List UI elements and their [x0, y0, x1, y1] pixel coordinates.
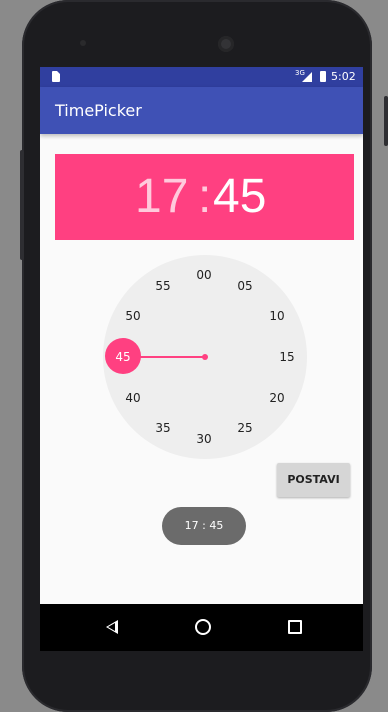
minute-40[interactable]: 40	[121, 391, 145, 405]
toast-message: 17 : 45	[162, 507, 246, 545]
clock-center	[202, 354, 208, 360]
app-title: TimePicker	[55, 101, 142, 120]
minute-50[interactable]: 50	[121, 309, 145, 323]
side-button	[20, 150, 24, 260]
minute-05[interactable]: 05	[233, 279, 257, 293]
app-bar: TimePicker	[40, 87, 363, 134]
home-icon[interactable]	[195, 619, 211, 635]
minute-display[interactable]: 45	[213, 168, 266, 226]
screen: 3G 5:02 TimePicker 17 : 45 00 05 10 15 2…	[40, 67, 363, 651]
minute-55[interactable]: 55	[151, 279, 175, 293]
navigation-bar	[40, 604, 363, 651]
minute-10[interactable]: 10	[265, 309, 289, 323]
status-bar: 3G 5:02	[40, 67, 363, 87]
sim-card-icon	[52, 71, 60, 82]
time-header: 17 : 45	[55, 154, 354, 240]
minute-35[interactable]: 35	[151, 421, 175, 435]
minute-00[interactable]: 00	[192, 268, 216, 282]
status-time: 5:02	[331, 70, 356, 83]
front-camera	[218, 36, 234, 52]
back-icon[interactable]	[106, 620, 118, 634]
signal-icon	[302, 72, 312, 82]
minute-30[interactable]: 30	[192, 432, 216, 446]
side-button	[384, 96, 388, 146]
speaker-dot	[80, 40, 86, 46]
minute-45[interactable]: 45	[111, 350, 135, 364]
battery-icon	[320, 71, 326, 82]
time-separator: :	[198, 170, 212, 223]
minute-15[interactable]: 15	[275, 350, 299, 364]
minute-20[interactable]: 20	[265, 391, 289, 405]
minute-25[interactable]: 25	[233, 421, 257, 435]
recents-icon[interactable]	[288, 620, 302, 634]
hour-display[interactable]: 17	[135, 168, 188, 226]
set-button[interactable]: POSTAVI	[277, 463, 350, 497]
